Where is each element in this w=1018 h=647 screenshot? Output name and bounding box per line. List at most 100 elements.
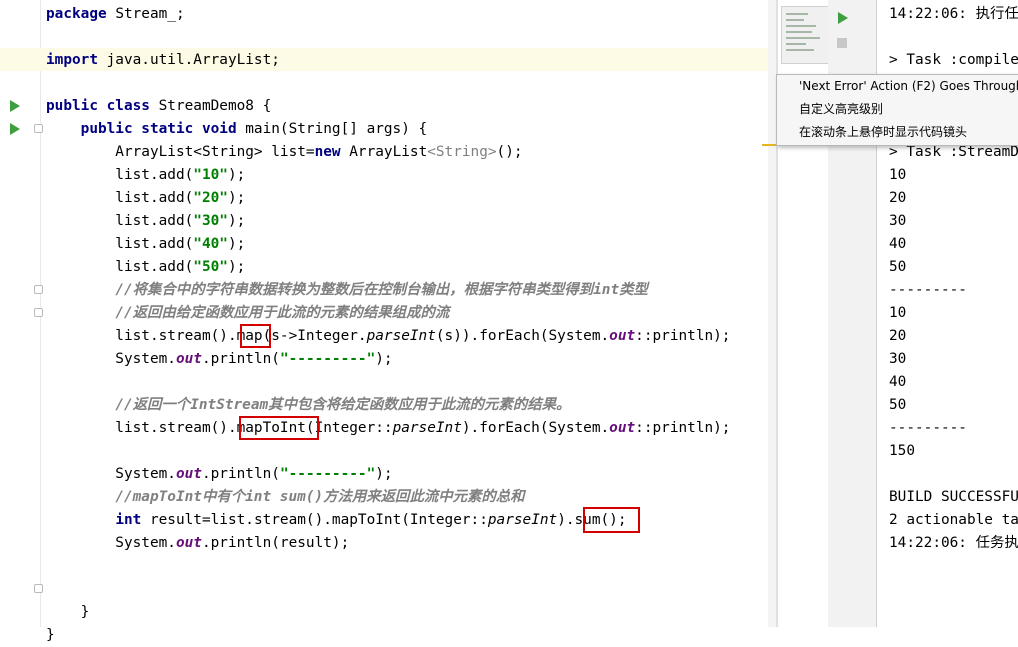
console-line: 50 — [889, 259, 907, 275]
code-token: out — [175, 535, 202, 551]
code-token: out — [175, 351, 202, 367]
code-line[interactable]: System.out.println("---------"); — [46, 348, 393, 371]
code-token: ); — [375, 466, 393, 482]
scrollbar-warning-marker[interactable] — [762, 144, 776, 146]
code-token: System. — [46, 351, 176, 367]
console-line: 20 — [889, 328, 907, 344]
menu-item-code-lens[interactable]: 在滚动条上悬停时显示代码镜头 — [799, 122, 967, 142]
console-line: 2 actionable ta — [889, 512, 1018, 528]
code-token: } — [46, 627, 55, 643]
code-line[interactable]: public static void main(String[] args) { — [46, 118, 428, 141]
console-line: 14:22:06: 任务执 — [889, 535, 1018, 551]
code-token: "50" — [193, 259, 228, 275]
code-line[interactable]: list.add("20"); — [46, 187, 245, 210]
code-token: public class — [46, 98, 150, 114]
code-token: out — [175, 466, 202, 482]
console-line: --------- — [889, 282, 967, 298]
code-token: "30" — [193, 213, 228, 229]
code-token: "40" — [193, 236, 228, 252]
code-token: //mapToInt中有个int sum()方法用来返回此流中元素的总和 — [115, 489, 525, 505]
code-line[interactable]: } — [46, 624, 55, 647]
code-token: "---------" — [279, 351, 376, 367]
code-token: list.add( — [46, 236, 194, 252]
code-token: list.add( — [46, 190, 194, 206]
run-stop-icon[interactable] — [837, 38, 847, 48]
code-line[interactable]: //返回由给定函数应用于此流的元素的结果组成的流 — [46, 302, 449, 325]
code-line[interactable]: public class StreamDemo8 { — [46, 95, 271, 118]
code-token: ).forEach(System. — [461, 420, 610, 436]
console-line: > Task :compile — [889, 52, 1018, 68]
console-line: --------- — [889, 420, 967, 436]
code-token: (); — [496, 144, 523, 160]
code-token: new — [314, 144, 341, 160]
code-token: System. — [46, 535, 176, 551]
menu-item-next-error[interactable]: 'Next Error' Action (F2) Goes Through — [799, 76, 1018, 96]
code-line[interactable]: list.add("30"); — [46, 210, 245, 233]
code-token: ArrayList<String> list= — [46, 144, 315, 160]
code-token: .println(result); — [201, 535, 350, 551]
code-token: Stream_; — [106, 6, 185, 22]
code-line[interactable]: //将集合中的字符串数据转换为整数后在控制台输出，根据字符串类型得到int类型 — [46, 279, 648, 302]
code-token: int — [115, 512, 142, 528]
code-line[interactable]: ArrayList<String> list=new ArrayList<Str… — [46, 141, 523, 164]
fold-icon[interactable] — [34, 285, 43, 294]
code-line[interactable]: int result=list.stream().mapToInt(Intege… — [46, 509, 626, 532]
run-main-icon[interactable] — [10, 123, 20, 135]
run-play-icon[interactable] — [838, 12, 848, 24]
code-token: } — [46, 604, 90, 620]
code-line[interactable]: list.stream().mapToInt(Integer::parseInt… — [46, 417, 730, 440]
code-token: //返回由给定函数应用于此流的元素的结果组成的流 — [115, 305, 450, 321]
highlight-box-map — [240, 324, 271, 348]
code-token: StreamDemo8 { — [149, 98, 272, 114]
code-token: main(String[] args) { — [236, 121, 428, 137]
code-line[interactable]: System.out.println("---------"); — [46, 463, 393, 486]
code-line[interactable]: list.add("50"); — [46, 256, 245, 279]
fold-icon[interactable] — [34, 124, 43, 133]
code-line[interactable]: list.add("40"); — [46, 233, 245, 256]
console-line: BUILD SUCCESSFU — [889, 489, 1018, 505]
fold-icon[interactable] — [34, 308, 43, 317]
code-line[interactable]: import java.util.ArrayList; — [46, 49, 280, 72]
code-token: .println( — [201, 466, 280, 482]
run-class-icon[interactable] — [10, 100, 20, 112]
code-token: //返回一个IntStream其中包含将给定函数应用于此流的元素的结果。 — [115, 397, 571, 413]
code-token: java.util.ArrayList; — [97, 52, 280, 68]
code-line[interactable]: list.add("10"); — [46, 164, 245, 187]
fold-icon[interactable] — [34, 584, 43, 593]
code-token: ); — [227, 190, 246, 206]
code-token: "20" — [193, 190, 228, 206]
code-line[interactable]: //mapToInt中有个int sum()方法用来返回此流中元素的总和 — [46, 486, 525, 509]
code-lens-preview — [781, 6, 829, 64]
console-line: 40 — [889, 236, 907, 252]
code-token: list.stream().mapToInt(Integer:: — [46, 420, 393, 436]
code-line[interactable]: list.stream().map(s->Integer.parseInt(s)… — [46, 325, 730, 348]
menu-item-highlight-level[interactable]: 自定义高亮级别 — [799, 99, 883, 119]
code-token: import — [46, 52, 98, 68]
code-line[interactable]: //返回一个IntStream其中包含将给定函数应用于此流的元素的结果。 — [46, 394, 570, 417]
console-line: 20 — [889, 190, 907, 206]
code-token: //将集合中的字符串数据转换为整数后在控制台输出，根据字符串类型得到int类型 — [115, 282, 648, 298]
code-line[interactable]: System.out.println(result); — [46, 532, 349, 555]
code-line[interactable]: } — [46, 601, 90, 624]
code-token: parseInt — [487, 512, 558, 528]
code-token: package — [46, 6, 107, 22]
highlight-box-maptoint — [239, 416, 319, 440]
console-line: 30 — [889, 213, 907, 229]
code-token: ); — [375, 351, 393, 367]
code-token: result=list.stream().mapToInt(Integer:: — [141, 512, 488, 528]
code-line[interactable]: package Stream_; — [46, 3, 185, 26]
console-line: 10 — [889, 305, 907, 321]
console-line: 150 — [889, 443, 915, 459]
editor-scrollbar[interactable] — [768, 0, 776, 627]
code-token: ::println); — [635, 328, 731, 344]
code-token: ); — [227, 259, 246, 275]
highlight-box-sum — [583, 507, 640, 533]
code-token: <String> — [427, 144, 497, 160]
console-line: 50 — [889, 397, 907, 413]
console-line: 40 — [889, 374, 907, 390]
